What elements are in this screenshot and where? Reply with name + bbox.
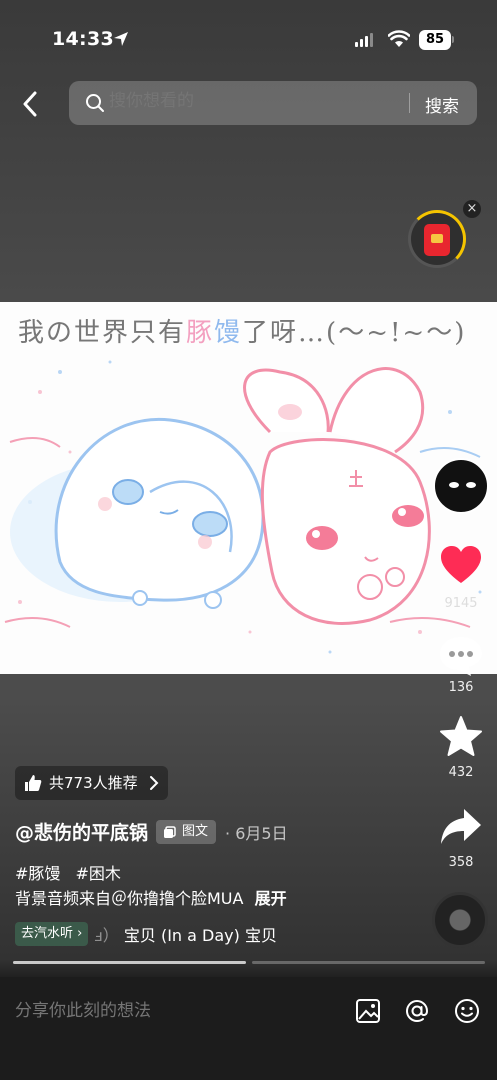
qishui-listen-button[interactable]: 去汽水听 › — [15, 922, 89, 946]
author-line: @悲伤的平底锅 图文 · 6月5日 — [15, 818, 288, 845]
wifi-icon — [388, 30, 410, 47]
favorite-button[interactable] — [438, 714, 484, 760]
status-time: 14:33 — [52, 28, 114, 50]
like-count: 9145 — [444, 596, 478, 611]
share-arrow-icon — [441, 809, 481, 844]
comment-bar — [0, 977, 497, 1080]
comment-count: 136 — [448, 680, 474, 695]
bgm-credit: 背景音频来自＠你撸撸个脸MUA 展开 — [15, 885, 287, 909]
bgm-text: 背景音频来自＠你撸撸个脸MUA — [15, 889, 244, 908]
recommend-pill[interactable]: 共773人推荐 — [15, 766, 168, 800]
status-bar: 14:33 85 — [0, 0, 497, 80]
search-button[interactable]: 搜索 — [425, 92, 459, 117]
hashtag-link[interactable]: #豚馒 — [15, 864, 60, 883]
author-name[interactable]: @悲伤的平底锅 — [15, 818, 148, 845]
comment-bubble-icon — [440, 637, 482, 676]
comment-button[interactable] — [437, 634, 485, 678]
recommend-label: 共773人推荐 — [49, 774, 138, 792]
search-divider — [409, 93, 410, 113]
favorite-count: 432 — [448, 765, 474, 780]
battery-indicator: 85 — [419, 30, 451, 50]
red-packet-widget[interactable] — [408, 210, 466, 268]
chevron-right-icon — [149, 776, 159, 790]
artwork-illustration — [4, 360, 482, 654]
author-avatar[interactable] — [433, 458, 489, 514]
red-packet-icon — [424, 224, 450, 256]
post-type-badge: 图文 — [156, 819, 217, 844]
battery-tip — [452, 36, 454, 43]
chevron-left-icon — [23, 91, 37, 117]
share-button[interactable] — [438, 804, 484, 850]
post-date: · 6月5日 — [225, 823, 288, 843]
carousel-progress-current — [13, 961, 246, 964]
hashtag-link[interactable]: #困木 — [76, 864, 121, 883]
emoji-icon[interactable] — [453, 997, 481, 1025]
back-button[interactable] — [14, 86, 46, 122]
avatar-detail — [466, 482, 476, 488]
image-icon[interactable] — [354, 997, 382, 1025]
music-disc-button[interactable] — [432, 892, 488, 948]
song-title[interactable]: ⅎ） 宝贝 (In a Day) 宝贝 — [94, 922, 277, 946]
post-image[interactable]: 我の世界只有豚馒了呀…(～~!~～) — [0, 302, 497, 674]
signal-icon — [355, 33, 373, 47]
heart-icon — [441, 546, 481, 583]
star-icon — [440, 716, 482, 756]
carousel-progress-next — [252, 961, 485, 964]
gallery-icon — [164, 825, 176, 838]
search-icon — [86, 94, 104, 112]
comment-input[interactable] — [15, 1001, 315, 1021]
music-row: 去汽水听 › ⅎ） 宝贝 (In a Day) 宝贝 — [15, 922, 277, 946]
share-count: 358 — [448, 855, 474, 870]
expand-button[interactable]: 展开 — [255, 889, 287, 908]
search-input[interactable] — [109, 91, 399, 111]
close-icon[interactable]: × — [463, 200, 481, 218]
thumbs-up-icon — [25, 775, 42, 791]
like-button[interactable] — [438, 543, 484, 589]
location-arrow-icon — [114, 32, 128, 46]
avatar-detail — [449, 482, 459, 488]
search-bar[interactable]: 搜索 — [69, 81, 477, 125]
hashtags: #豚馒 #困木 — [15, 860, 131, 884]
at-icon[interactable] — [403, 997, 431, 1025]
